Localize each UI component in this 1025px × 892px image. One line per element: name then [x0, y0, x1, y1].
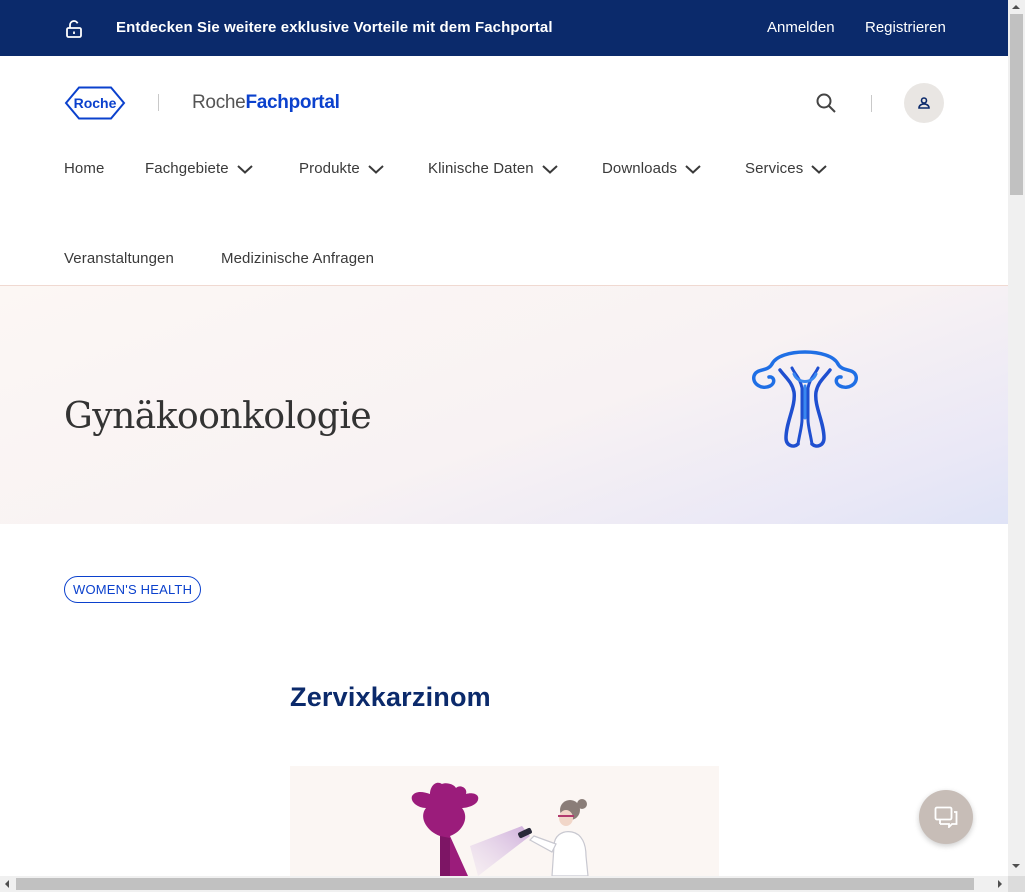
- nav-label: Downloads: [602, 160, 678, 177]
- header-divider: [871, 95, 872, 112]
- chevron-down-icon: [811, 165, 828, 174]
- portal-suffix: Fachportal: [245, 92, 340, 113]
- promo-text: Entdecken Sie weitere exklusive Vorteile…: [116, 19, 553, 36]
- nav-item-veranstaltungen[interactable]: Veranstaltungen: [64, 250, 174, 267]
- nav-item-klinische-daten[interactable]: Klinische Daten: [428, 160, 558, 177]
- chat-button[interactable]: [919, 790, 973, 844]
- scrollbar-corner: [1008, 876, 1025, 892]
- nav-item-home[interactable]: Home: [64, 160, 104, 177]
- nav-item-services[interactable]: Services: [745, 160, 828, 177]
- user-account-button[interactable]: [904, 83, 944, 123]
- illustration-graphic: [411, 782, 589, 876]
- user-icon: [918, 97, 930, 109]
- scroll-right-arrow-icon[interactable]: [998, 880, 1002, 888]
- login-link[interactable]: Anmelden: [767, 19, 835, 36]
- nav-item-downloads[interactable]: Downloads: [602, 160, 701, 177]
- roche-logo-text: Roche: [74, 95, 117, 111]
- roche-logo[interactable]: Roche: [64, 86, 126, 120]
- illustration-image[interactable]: [290, 766, 719, 876]
- portal-name[interactable]: RocheFachportal: [192, 92, 340, 114]
- portal-prefix: Roche: [192, 92, 246, 113]
- horizontal-scroll-thumb[interactable]: [16, 878, 974, 890]
- scroll-left-arrow-icon[interactable]: [5, 880, 9, 888]
- nav-label: Fachgebiete: [145, 160, 229, 177]
- page-title: Gynäkoonkologie: [64, 396, 372, 437]
- logo-divider: [158, 94, 159, 111]
- site-header: Roche RocheFachportal Home Fachgebiete P…: [0, 56, 1008, 286]
- uterus-icon: [750, 348, 860, 452]
- register-link[interactable]: Registrieren: [865, 19, 946, 36]
- search-icon[interactable]: [814, 91, 838, 115]
- unlocked-padlock-icon: [64, 19, 84, 39]
- chat-icon: [934, 806, 958, 828]
- scroll-up-arrow-icon[interactable]: [1012, 5, 1020, 9]
- horizontal-scrollbar[interactable]: [0, 876, 1008, 892]
- nav-item-produkte[interactable]: Produkte: [299, 160, 384, 177]
- chevron-down-icon: [368, 165, 384, 174]
- section-title: Zervixkarzinom: [290, 682, 491, 712]
- hero-banner: Gynäkoonkologie: [0, 286, 1008, 524]
- nav-label: Services: [745, 160, 804, 177]
- chevron-down-icon: [542, 165, 558, 174]
- nav-label: Produkte: [299, 160, 360, 177]
- vertical-scroll-thumb[interactable]: [1010, 14, 1023, 195]
- scroll-down-arrow-icon[interactable]: [1012, 864, 1020, 868]
- chevron-down-icon: [685, 165, 701, 174]
- promo-bar: Entdecken Sie weitere exklusive Vorteile…: [0, 0, 1008, 56]
- vertical-scrollbar[interactable]: [1008, 0, 1025, 876]
- chevron-down-icon: [236, 165, 253, 174]
- nav-item-medizinische-anfragen[interactable]: Medizinische Anfragen: [221, 250, 374, 267]
- nav-label: Home: [64, 160, 105, 177]
- nav-label: Veranstaltungen: [64, 250, 174, 267]
- nav-label: Klinische Daten: [428, 160, 534, 177]
- category-tag[interactable]: WOMEN'S HEALTH: [64, 576, 202, 603]
- nav-item-fachgebiete[interactable]: Fachgebiete: [145, 160, 253, 177]
- page-viewport: Entdecken Sie weitere exklusive Vorteile…: [0, 0, 1008, 876]
- nav-label: Medizinische Anfragen: [221, 250, 375, 267]
